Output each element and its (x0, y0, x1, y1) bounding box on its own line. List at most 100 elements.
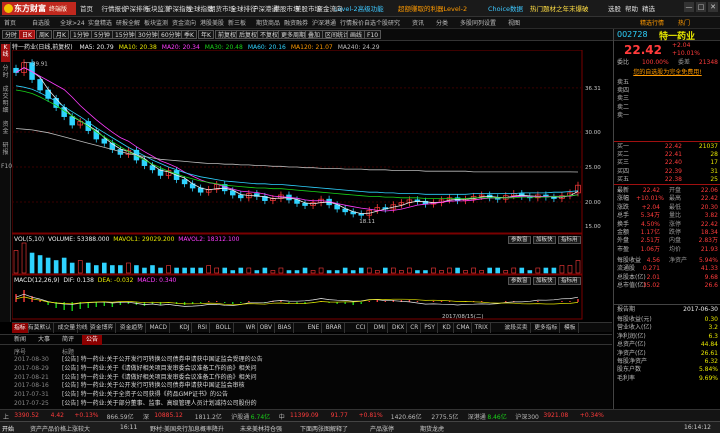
close-icon[interactable]: ✕ (708, 2, 718, 12)
news-title[interactable]: [公告] 特一药业:关于部分董事、监事、高级管理人员计划减持公司股份的 (62, 400, 257, 409)
top-link-1[interactable]: 帮助 (625, 3, 638, 13)
indicator-tab-10[interactable]: WR (244, 323, 259, 333)
nav2-item-2[interactable]: 全球>24 (60, 18, 85, 27)
nav2-item-3[interactable]: 实盘精选 (88, 18, 112, 27)
period-button-7[interactable]: 30分钟 (135, 30, 161, 39)
ticker-item-7[interactable]: 期货龙虎 (420, 424, 444, 433)
macd-param-button[interactable]: 参数窗 (508, 277, 531, 285)
nav2-item-15[interactable]: 资讯 (412, 18, 424, 27)
vtab-3[interactable]: 资金 (1, 121, 10, 139)
nav2-item-0[interactable]: 首页 (4, 18, 16, 27)
vol-use-button[interactable]: 指标用 (558, 236, 581, 244)
top-link-2[interactable]: 精选 (642, 3, 655, 13)
nav2-item-13[interactable]: 自选个股 (364, 18, 388, 27)
news-title[interactable]: [公告] 特一药业:关于全资子公司获得《药品GMP证书》的公告 (62, 391, 228, 400)
macd-add-button[interactable]: 加板快 (533, 277, 556, 285)
indicator-tab-21[interactable]: CMA (454, 323, 473, 333)
maximize-icon[interactable]: □ (696, 2, 706, 12)
indicator-tab-22[interactable]: TRIX (473, 323, 491, 333)
indicator-tab-18[interactable]: CR (408, 323, 422, 333)
nav2-item-10[interactable]: 融资融券 (284, 18, 308, 27)
menu-item-11[interactable]: 资金流向 (317, 3, 343, 13)
macd-use-button[interactable]: 指标用 (558, 277, 581, 285)
period-button-15[interactable]: 叠加 (305, 30, 324, 39)
period-button-10[interactable]: 年K (198, 30, 214, 39)
period-button-17[interactable]: 画线 (347, 30, 366, 39)
nav2-item-5[interactable]: 板块监测 (144, 18, 168, 27)
indicator-tab-12[interactable]: BIAS (276, 323, 295, 333)
period-button-0[interactable]: 分时 (2, 30, 21, 39)
ticker-item-8[interactable]: 16:14:12 (684, 424, 711, 431)
period-button-18[interactable]: F10 (364, 30, 382, 39)
nav2-item-4[interactable]: 研报全解 (116, 18, 140, 27)
nav2-right-1[interactable]: 热门 (678, 18, 690, 27)
news-row[interactable]: 2017-08-21 [公告] 特一药业:关于《请做好相关项目发审委会议准备工作的… (0, 374, 612, 383)
news-row[interactable]: 2017-08-30 [公告] 特一药业:关于公开发行可转换公司债券申请获中国证监… (0, 356, 612, 365)
news-tab-3[interactable]: 公告 (82, 335, 103, 345)
indicator-tab-23[interactable]: 波段买卖 (502, 323, 531, 333)
nav2-item-9[interactable]: 期货商品 (256, 18, 280, 27)
indicator-tab-16[interactable]: DMI (372, 323, 388, 333)
nav2-item-12[interactable]: 行情报价 (340, 18, 364, 27)
indicator-tab-25[interactable]: 模板 (562, 323, 579, 333)
indicator-tab-11[interactable]: OBV (258, 323, 275, 333)
nav2-item-16[interactable]: 分类 (436, 18, 448, 27)
indicator-tab-19[interactable]: PSY (422, 323, 438, 333)
vtab-1[interactable]: 分时 (1, 65, 10, 83)
kline-chart[interactable]: 36.31 30.00 25.00 20.00 15.00 39.91 18.11 2017/… (12, 50, 612, 320)
nav2-item-8[interactable]: 新三板 (228, 18, 246, 27)
indicator-tab-9[interactable]: BOLL (214, 323, 234, 333)
ticker-item-2[interactable]: 16:11 (120, 424, 137, 431)
choice-link[interactable]: Choice数据 (488, 3, 523, 13)
indicator-tab-17[interactable]: DKX (390, 323, 408, 333)
hot-topic-link[interactable]: 热门题材之年末爆破 (530, 3, 589, 13)
nav2-item-11[interactable]: 沪深港通 (312, 18, 336, 27)
period-button-8[interactable]: 60分钟 (158, 30, 184, 39)
news-title[interactable]: [公告] 特一药业:关于《请做好相关项目发审委会议准备工作的函》相关问 (62, 374, 257, 383)
news-title[interactable]: [公告] 特一药业:关于公开发行可转换公司债券申请获中国证监会审核 (62, 382, 245, 391)
vol-param-button[interactable]: 参数窗 (508, 236, 531, 244)
vtab-4[interactable]: 研报 (1, 142, 10, 160)
indicator-tab-24[interactable]: 更多指标 (532, 323, 561, 333)
nav2-item-1[interactable]: 自选股 (32, 18, 50, 27)
ticker-item-0[interactable]: 开始 (2, 424, 14, 433)
vtab-5[interactable]: F10 (1, 163, 12, 188)
news-tab-0[interactable]: 新闻 (10, 335, 30, 345)
indicator-tab-20[interactable]: KD (440, 323, 454, 333)
vtab-0[interactable]: K线 (1, 44, 10, 62)
ticker-item-5[interactable]: 下面两张图解释了 (300, 424, 348, 433)
ticker-item-6[interactable]: 产品涨停 (370, 424, 394, 433)
nav2-right-0[interactable]: 精选行情 (640, 18, 664, 27)
period-button-5[interactable]: 5分钟 (91, 30, 113, 39)
nav2-item-14[interactable]: 研究 (388, 18, 400, 27)
news-tab-1[interactable]: 大事 (34, 335, 54, 345)
ticker-item-1[interactable]: 资产产品价格上涨较大 (30, 424, 90, 433)
news-row[interactable]: 2017-08-16 [公告] 特一药业:关于公开发行可转换公司债券申请获中国证监… (0, 382, 612, 391)
indicator-tab-15[interactable]: CCI (354, 323, 369, 333)
nav2-item-17[interactable]: 多股同列 (460, 18, 484, 27)
menu-item-0[interactable]: 首页 (80, 3, 93, 13)
indicator-tab-14[interactable]: BRAR (324, 323, 345, 333)
notice-link[interactable]: 您的自选股为完全免费用! (633, 69, 701, 76)
vtab-2[interactable]: 成交明细 (1, 86, 10, 118)
indicator-tab-7[interactable]: KDJ (177, 323, 193, 333)
nav2-item-18[interactable]: 设置 (484, 18, 496, 27)
banner-link[interactable]: 超额赚取的利器Level-2 (398, 3, 467, 13)
ticker-item-3[interactable]: 野村:美国央行加息概率降升 (150, 424, 224, 433)
period-button-4[interactable]: 1分钟 (70, 30, 92, 39)
indicator-tab-13[interactable]: ENE (306, 323, 323, 333)
nav2-item-6[interactable]: 资金流向 (172, 18, 196, 27)
vol-add-button[interactable]: 加板快 (533, 236, 556, 244)
news-tab-2[interactable]: 简评 (58, 335, 78, 345)
minimize-icon[interactable]: — (684, 2, 694, 12)
indicator-tab-5[interactable]: 资金趋势 (118, 323, 146, 333)
top-link-0[interactable]: 选股 (608, 3, 621, 13)
period-button-2[interactable]: 周K (36, 30, 52, 39)
period-button-9[interactable]: 季K (181, 30, 197, 39)
indicator-tab-1[interactable]: 有莫默认 (26, 323, 55, 333)
period-button-3[interactable]: 月K (53, 30, 69, 39)
news-row[interactable]: 2017-08-29 [公告] 特一药业:关于《请做好相关项目发审委会议准备工作的… (0, 365, 612, 374)
nav2-item-7[interactable]: 港股美股 (200, 18, 224, 27)
news-row[interactable]: 2017-07-31 [公告] 特一药业:关于全资子公司获得《药品GMP证书》的公… (0, 391, 612, 400)
period-button-14[interactable]: 更多周期 (278, 30, 309, 39)
